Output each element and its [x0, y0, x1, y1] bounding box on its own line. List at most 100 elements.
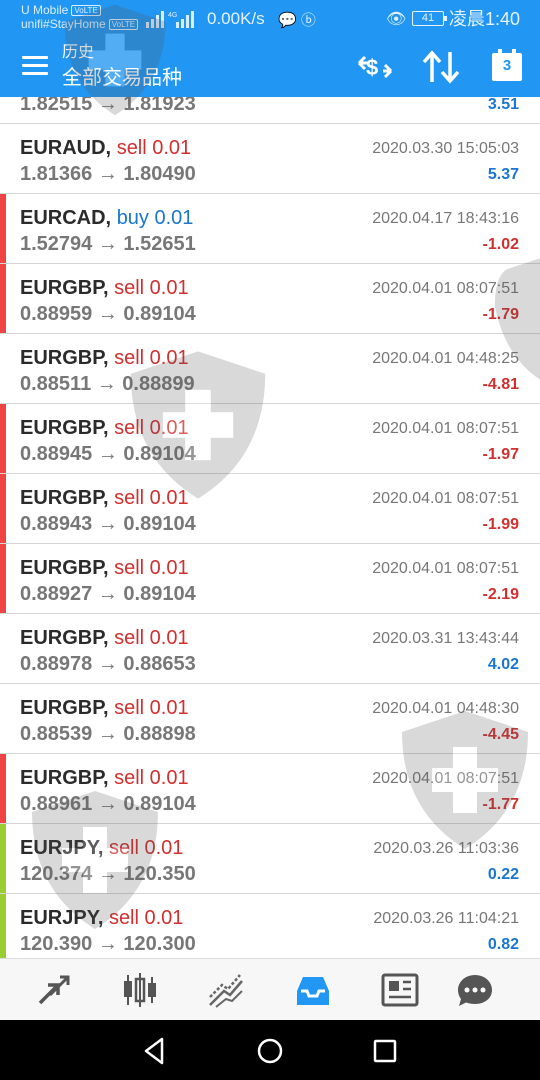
price-range: 120.390 → 120.300 [20, 933, 196, 955]
pair-label: EURGBP, [20, 277, 109, 299]
price-range: 0.88943 → 0.89104 [20, 513, 196, 535]
trade-row[interactable]: EURJPY, sell 0.01 120.390 → 120.300 2020… [0, 894, 540, 958]
carrier-info: U Mobile VoLTE unifi#StayHome VoLTE [21, 3, 139, 31]
quotes-arrows-icon[interactable] [34, 971, 74, 1009]
action-label: buy 0.01 [116, 207, 194, 229]
trade-row[interactable]: EURGBP, sell 0.01 0.88943 → 0.89104 2020… [0, 474, 540, 544]
news-icon[interactable] [380, 971, 420, 1009]
chat-bubble-icon[interactable] [455, 971, 495, 1009]
trade-row[interactable]: EURGBP, sell 0.01 0.88978 → 0.88653 2020… [0, 614, 540, 684]
svg-text:$: $ [366, 55, 378, 80]
action-label: sell 0.01 [114, 347, 189, 369]
row-indicator [0, 614, 6, 683]
svg-text:4G: 4G [168, 12, 177, 19]
action-label: sell 0.01 [108, 837, 184, 859]
trade-symbol: EURGBP, sell 0.01 [20, 696, 189, 720]
profit-value: -1.77 [482, 796, 519, 813]
recents-icon[interactable] [370, 1036, 400, 1066]
action-label: sell 0.01 [114, 277, 189, 299]
currency-exchange-icon[interactable]: $ [355, 49, 395, 85]
page-title: 历史 [62, 44, 95, 61]
close-time: 2020.03.26 11:03:36 [373, 840, 519, 857]
trade-row[interactable]: EURAUD, sell 0.01 1.81366 → 1.80490 2020… [0, 124, 540, 194]
trade-symbol: EURGBP, sell 0.01 [20, 766, 189, 790]
trade-row[interactable]: EURCAD, buy 0.01 1.52794 → 1.52651 2020.… [0, 194, 540, 264]
pair-label: EURGBP, [20, 767, 109, 789]
trade-row[interactable]: 1.82515 → 1.81923 3.51 [0, 97, 540, 124]
row-indicator [0, 334, 6, 403]
row-indicator [0, 474, 6, 543]
price-range: 1.82515 → 1.81923 [20, 97, 196, 115]
trade-history-list[interactable]: 1.82515 → 1.81923 3.51 EURAUD, sell 0.01… [0, 97, 540, 958]
trade-row[interactable]: EURGBP, sell 0.01 0.88959 → 0.89104 2020… [0, 264, 540, 334]
trade-row[interactable]: EURGBP, sell 0.01 0.88511 → 0.88899 2020… [0, 334, 540, 404]
calendar-button[interactable]: 3 [490, 48, 524, 82]
menu-button[interactable] [22, 56, 48, 78]
b-app-icon: ⓑ [300, 12, 316, 29]
notification-icons: 💬 ⓑ [278, 9, 316, 30]
close-time: 2020.04.01 08:07:51 [372, 770, 519, 787]
trade-symbol: EURAUD, sell 0.01 [20, 136, 191, 160]
action-label: sell 0.01 [114, 697, 189, 719]
trade-row[interactable]: EURGBP, sell 0.01 0.88945 → 0.89104 2020… [0, 404, 540, 474]
profit-value: 4.02 [487, 656, 519, 673]
app-bar: U Mobile VoLTE unifi#StayHome VoLTE 4G 0.0… [0, 0, 540, 97]
trade-row[interactable]: EURJPY, sell 0.01 120.374 → 120.350 2020… [0, 824, 540, 894]
price-range: 0.88511 → 0.88899 [20, 373, 195, 395]
inbox-icon[interactable] [293, 971, 333, 1009]
trade-row[interactable]: EURGBP, sell 0.01 0.88961 → 0.89104 2020… [0, 754, 540, 824]
row-indicator [0, 754, 6, 823]
pair-label: EURGBP, [20, 487, 109, 509]
home-icon[interactable] [255, 1036, 285, 1066]
trade-symbol: EURGBP, sell 0.01 [20, 346, 189, 370]
row-indicator [0, 264, 6, 333]
row-indicator [0, 194, 6, 263]
candlestick-icon[interactable] [120, 971, 160, 1009]
profit-value: -1.79 [482, 306, 519, 323]
profit-value: 0.82 [487, 936, 519, 953]
pair-label: EURGBP, [20, 417, 109, 439]
trade-symbol: EURGBP, sell 0.01 [20, 486, 189, 510]
sort-icon[interactable] [422, 50, 460, 84]
trade-symbol: EURGBP, sell 0.01 [20, 626, 189, 650]
action-label: sell 0.01 [114, 487, 189, 509]
close-time: 2020.04.01 04:48:30 [372, 700, 519, 717]
action-label: sell 0.01 [114, 417, 189, 439]
trade-symbol: EURGBP, sell 0.01 [20, 556, 189, 580]
network-speed: 0.00K/s [207, 9, 265, 28]
action-label: sell 0.01 [114, 767, 189, 789]
bottom-navigation [0, 958, 540, 1020]
profit-value: 0.22 [487, 866, 519, 883]
back-icon[interactable] [140, 1036, 170, 1066]
volte-tag-2: VoLTE [108, 19, 139, 31]
trend-lines-icon[interactable] [206, 971, 246, 1009]
battery-icon: 41 [412, 11, 447, 26]
close-time: 2020.04.01 08:07:51 [372, 490, 519, 507]
carrier-name-2: unifi#StayHome [21, 17, 106, 31]
symbol-filter[interactable]: 全部交易品种 [62, 66, 182, 90]
trade-row[interactable]: EURGBP, sell 0.01 0.88927 → 0.89104 2020… [0, 544, 540, 614]
close-time: 2020.03.26 11:04:21 [373, 910, 519, 927]
menu-icon-bar [22, 72, 48, 75]
row-indicator [0, 544, 6, 613]
trade-symbol: EURGBP, sell 0.01 [20, 416, 189, 440]
pair-label: EURGBP, [20, 347, 109, 369]
clock: 凌晨1:40 [449, 9, 521, 29]
price-range: 120.374 → 120.350 [20, 863, 196, 885]
price-range: 0.88959 → 0.89104 [20, 303, 196, 325]
profit-value: -4.45 [482, 726, 519, 743]
carrier-name: U Mobile [21, 3, 69, 17]
pair-label: EURGBP, [20, 627, 109, 649]
profit-value: -2.19 [482, 586, 519, 603]
pair-label: EURJPY, [20, 907, 104, 929]
trade-symbol: EURJPY, sell 0.01 [20, 836, 183, 860]
pair-label: EURCAD, [20, 207, 112, 229]
close-time: 2020.04.01 04:48:25 [372, 350, 519, 367]
close-time: 2020.04.01 08:07:51 [372, 420, 519, 437]
price-range: 0.88978 → 0.88653 [20, 653, 196, 675]
menu-icon-bar [22, 56, 48, 59]
trade-row[interactable]: EURGBP, sell 0.01 0.88539 → 0.88898 2020… [0, 684, 540, 754]
pair-label: EURJPY, [20, 837, 104, 859]
profit-value: -1.97 [482, 446, 519, 463]
volte-tag: VoLTE [71, 5, 101, 17]
